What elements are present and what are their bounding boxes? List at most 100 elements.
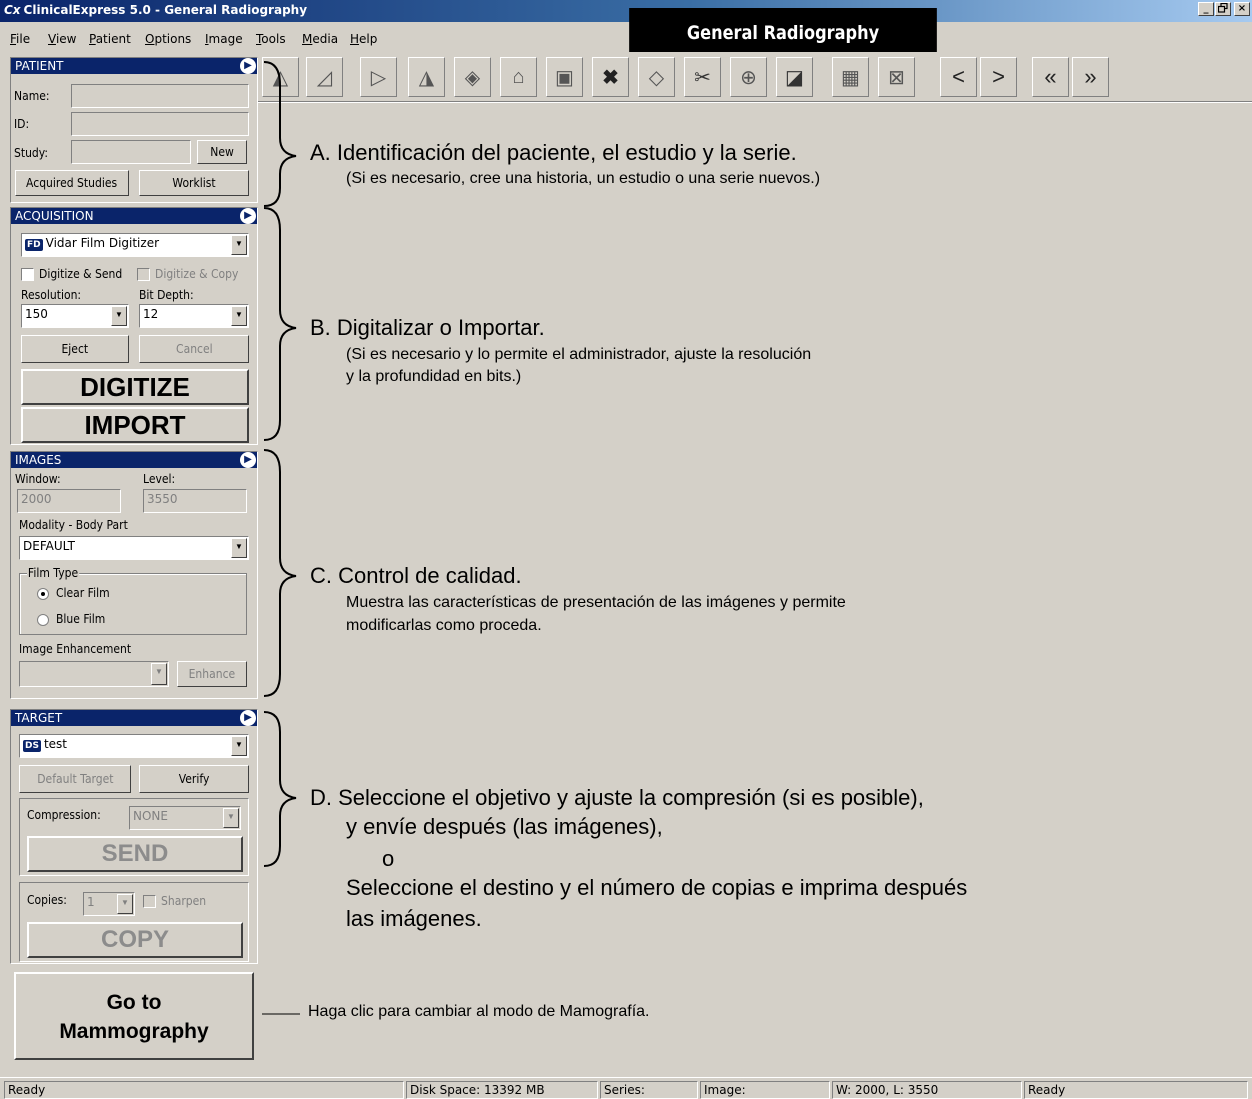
collapse-icon[interactable]: ▶ — [240, 452, 256, 468]
menu-media[interactable]: Media — [302, 32, 338, 46]
annotation-d-line-2: y envíe después (las imágenes), — [346, 814, 663, 839]
name-field[interactable] — [71, 84, 249, 108]
modality-select[interactable]: DEFAULT ▼ — [19, 536, 249, 560]
import-button[interactable]: IMPORT — [21, 407, 249, 443]
patient-panel-header[interactable]: PATIENT ▶ — [11, 58, 257, 74]
tools-button[interactable]: ✂ — [684, 57, 721, 97]
chevron-down-icon[interactable]: ▼ — [231, 235, 247, 255]
menu-bar: File View Patient Options Image Tools Me… — [0, 22, 1252, 48]
cancel-label: Cancel — [175, 342, 213, 356]
annotation-c-title: C. Control de calidad. — [310, 563, 522, 588]
delete-button[interactable]: ✖ — [592, 57, 629, 97]
digitize-button[interactable]: DIGITIZE — [21, 369, 249, 405]
fit-button[interactable]: ◈ — [454, 57, 491, 97]
minimize-button[interactable]: _ — [1198, 2, 1214, 16]
new-study-label: New — [210, 145, 234, 159]
annotation-braces — [262, 61, 300, 1015]
annotation-mammo-note: Haga clic para cambiar al modo de Mamogr… — [308, 1003, 650, 1020]
send-button[interactable]: SEND — [27, 836, 243, 872]
crosshair-button[interactable]: ⊠ — [878, 57, 915, 97]
menu-options[interactable]: Options — [145, 32, 191, 46]
target-panel-header[interactable]: TARGET ▶ — [11, 710, 257, 726]
chevron-down-icon[interactable]: ▼ — [117, 894, 133, 914]
series-indicator: Series: — [600, 1081, 698, 1099]
menu-patient[interactable]: Patient — [89, 32, 131, 46]
resolution-value: 150 — [25, 307, 48, 321]
fill-button[interactable]: ◇ — [638, 57, 675, 97]
first-image-button[interactable]: « — [1032, 57, 1069, 97]
collapse-icon[interactable]: ▶ — [240, 208, 256, 224]
page-button[interactable]: ▣ — [546, 57, 583, 97]
label-button[interactable]: ◪ — [776, 57, 813, 97]
blue-film-radio[interactable] — [37, 614, 49, 626]
clear-film-radio[interactable] — [37, 588, 49, 600]
prev-image-button[interactable]: < — [940, 57, 977, 97]
zoom-button[interactable]: ⊕ — [730, 57, 767, 97]
new-study-button[interactable]: New — [197, 140, 247, 164]
enhancement-label: Image Enhancement — [19, 642, 132, 656]
rotate-button[interactable]: ◿ — [306, 57, 343, 97]
images-panel-header[interactable]: IMAGES ▶ — [11, 452, 257, 468]
menu-tools[interactable]: Tools — [256, 32, 286, 46]
study-label: Study: — [14, 146, 49, 160]
close-button[interactable]: × — [1234, 2, 1250, 16]
clear-film-label: Clear Film — [56, 586, 110, 600]
chevron-down-icon[interactable]: ▼ — [231, 736, 247, 756]
mirror-button[interactable]: ◮ — [408, 57, 445, 97]
control-panel: PATIENT ▶ Name: ID: Study: New Acquired S… — [10, 57, 260, 1073]
arrow-button[interactable]: ▷ — [360, 57, 397, 97]
collapse-icon[interactable]: ▶ — [240, 58, 256, 74]
home-button[interactable]: ⌂ — [500, 57, 537, 97]
resolution-select[interactable]: 150 ▼ — [21, 304, 129, 328]
eject-button[interactable]: Eject — [21, 335, 129, 363]
digitize-copy-checkbox[interactable] — [137, 268, 150, 281]
acquisition-header-label: ACQUISITION — [15, 209, 94, 223]
images-panel: IMAGES ▶ Window: Level: 2000 3550 Modalit… — [10, 451, 258, 699]
chevron-down-icon[interactable]: ▼ — [111, 306, 127, 326]
worklist-button[interactable]: Worklist — [139, 170, 249, 196]
level-field[interactable]: 3550 — [143, 489, 247, 513]
digitize-copy-label: Digitize & Copy — [155, 267, 239, 281]
id-field[interactable] — [71, 112, 249, 136]
menu-image[interactable]: Image — [205, 32, 243, 46]
chevron-down-icon[interactable]: ▼ — [223, 808, 239, 828]
chevron-down-icon[interactable]: ▼ — [231, 538, 247, 558]
bit-depth-label: Bit Depth: — [139, 288, 194, 302]
device-select[interactable]: FD Vidar Film Digitizer ▼ — [21, 233, 249, 257]
digitize-send-checkbox[interactable] — [21, 268, 34, 281]
menu-help[interactable]: Help — [350, 32, 377, 46]
restore-button[interactable] — [1215, 2, 1231, 16]
acquired-studies-button[interactable]: Acquired Studies — [15, 170, 129, 196]
verify-button[interactable]: Verify — [139, 765, 249, 793]
annotation-b-note-1: (Si es necesario y lo permite el adminis… — [346, 346, 812, 363]
digitize-label: DIGITIZE — [80, 372, 190, 402]
menu-file[interactable]: File — [10, 32, 30, 46]
grid-button[interactable]: ▦ — [832, 57, 869, 97]
bit-depth-select[interactable]: 12 ▼ — [139, 304, 249, 328]
annotation-d-line-3: o — [382, 846, 395, 871]
next-image-button[interactable]: > — [980, 57, 1017, 97]
go-to-mammography-button[interactable]: Go to Mammography — [14, 972, 254, 1060]
crosshair-icon: ⊠ — [888, 66, 905, 89]
last-image-button[interactable]: » — [1072, 57, 1109, 97]
fill-icon: ◇ — [648, 66, 665, 89]
copies-select[interactable]: 1 ▼ — [83, 892, 135, 916]
enhancement-select[interactable]: ▼ — [19, 661, 169, 687]
default-target-button[interactable]: Default Target — [19, 765, 131, 793]
acquisition-panel-header[interactable]: ACQUISITION ▶ — [11, 208, 257, 224]
chevron-down-icon[interactable]: ▼ — [231, 306, 247, 326]
cancel-button[interactable]: Cancel — [139, 335, 249, 363]
app-icon: Cx — [4, 3, 21, 17]
chevron-down-icon[interactable]: ▼ — [151, 663, 167, 685]
window-field[interactable]: 2000 — [17, 489, 121, 513]
collapse-icon[interactable]: ▶ — [240, 710, 256, 726]
zoom-icon: ⊕ — [740, 66, 757, 89]
target-select[interactable]: DS test ▼ — [19, 734, 249, 758]
sharpen-checkbox[interactable] — [143, 895, 156, 908]
menu-view[interactable]: View — [48, 32, 76, 46]
compression-select[interactable]: NONE ▼ — [129, 806, 241, 830]
enhance-button[interactable]: Enhance — [177, 661, 247, 687]
modality-label: Modality - Body Part — [19, 518, 128, 532]
copy-button[interactable]: COPY — [27, 922, 243, 958]
study-field[interactable] — [71, 140, 191, 164]
